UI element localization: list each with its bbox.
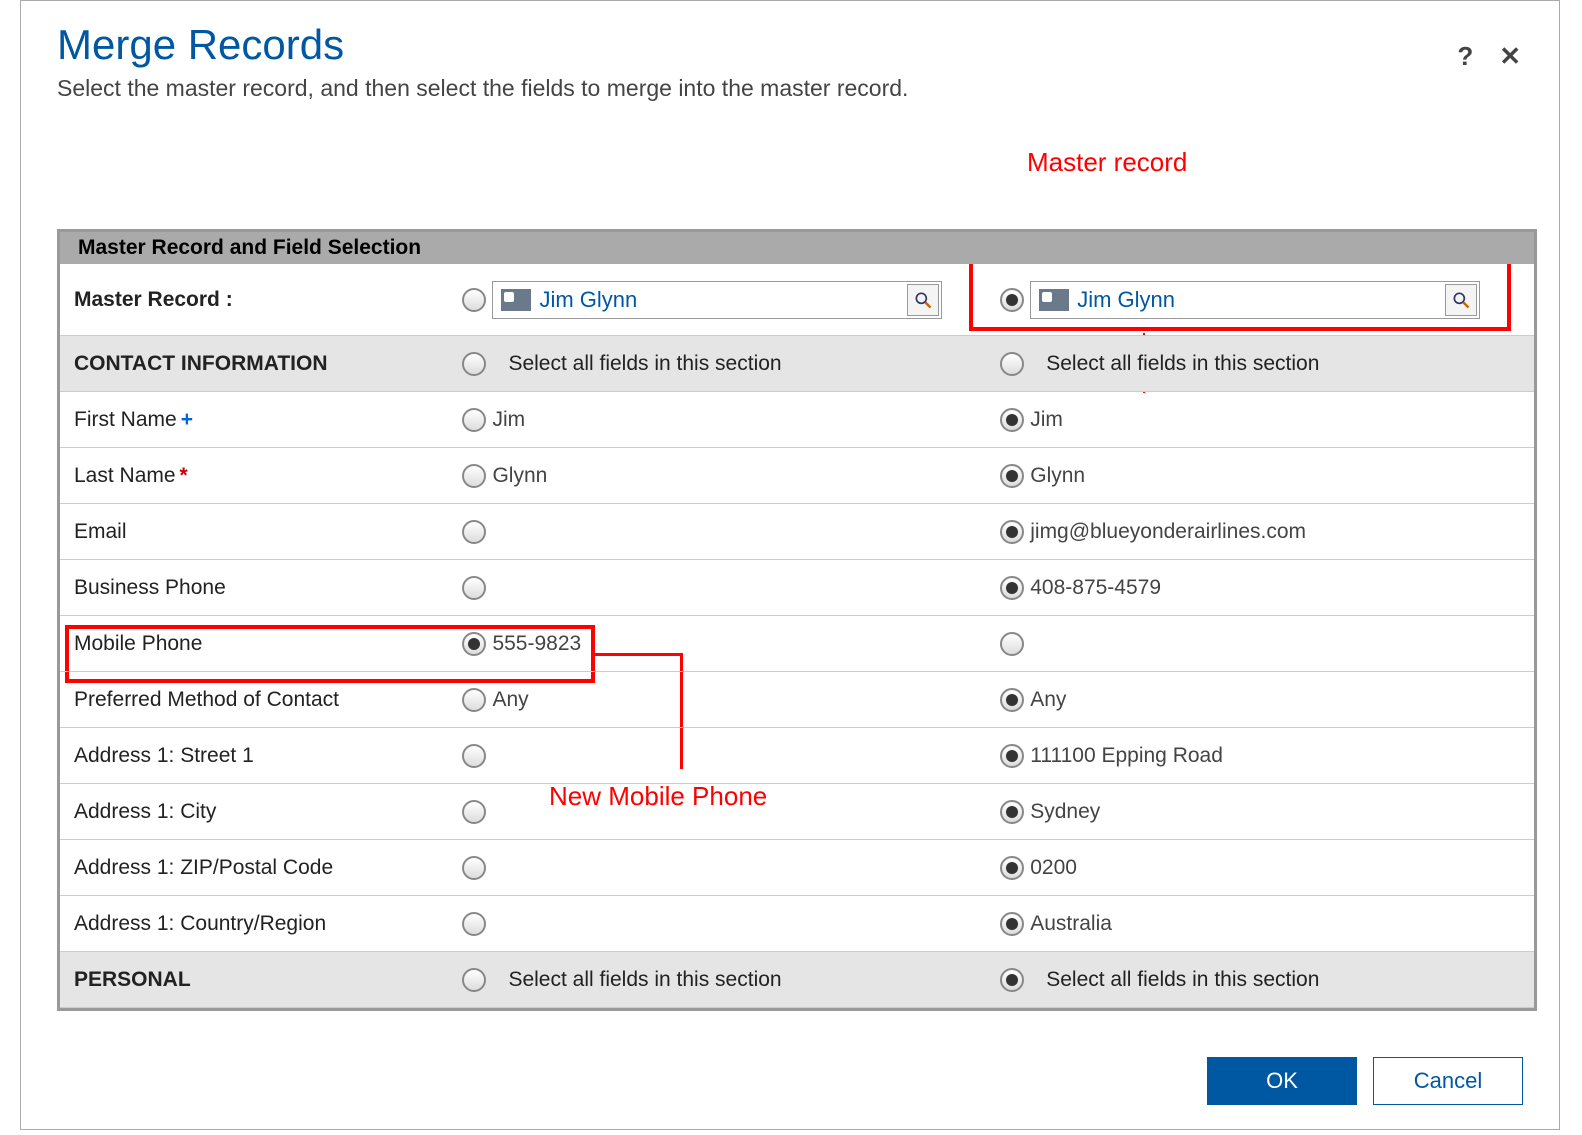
field-radio-a[interactable] xyxy=(462,688,486,712)
field-value-b: Glynn xyxy=(1030,464,1085,488)
field-value-a: Jim xyxy=(492,408,525,432)
master-record-label: Master Record : xyxy=(60,278,458,322)
merge-grid: Master Record and Field Selection Master… xyxy=(57,229,1537,1011)
contact-card-icon xyxy=(1039,289,1069,311)
field-label: Email xyxy=(60,510,458,554)
help-icon[interactable]: ? xyxy=(1457,41,1473,72)
field-label: Address 1: Street 1 xyxy=(60,734,458,778)
ok-button[interactable]: OK xyxy=(1207,1057,1357,1105)
field-radio-b[interactable] xyxy=(1000,688,1024,712)
section-title: CONTACT INFORMATION xyxy=(60,342,458,386)
field-row: Last Name* Glynn Glynn xyxy=(60,448,1534,504)
select-all-radio-a[interactable] xyxy=(462,968,486,992)
lookup-record-b[interactable]: Jim Glynn xyxy=(1030,281,1480,319)
field-label: Preferred Method of Contact xyxy=(60,678,458,722)
field-label: Address 1: Country/Region xyxy=(60,902,458,946)
section-header: PERSONAL Select all fields in this secti… xyxy=(60,952,1534,1008)
field-radio-a[interactable] xyxy=(462,576,486,600)
select-all-radio-b[interactable] xyxy=(1000,968,1024,992)
record-a-name[interactable]: Jim Glynn xyxy=(539,287,907,313)
annotation-master-record: Master record xyxy=(1027,147,1187,178)
field-radio-a[interactable] xyxy=(462,520,486,544)
field-row: Address 1: City Sydney xyxy=(60,784,1534,840)
field-row: Email jimg@blueyonderairlines.com xyxy=(60,504,1534,560)
master-record-row: Master Record : Jim Glynn J xyxy=(60,264,1534,336)
field-row: Address 1: Country/Region Australia xyxy=(60,896,1534,952)
field-radio-a[interactable] xyxy=(462,856,486,880)
merge-records-dialog: Merge Records Select the master record, … xyxy=(20,0,1560,1130)
field-label: First Name+ xyxy=(60,398,458,442)
select-all-radio-b[interactable] xyxy=(1000,352,1024,376)
field-radio-b[interactable] xyxy=(1000,800,1024,824)
field-label: Mobile Phone xyxy=(60,622,458,666)
field-value-b: Sydney xyxy=(1030,800,1100,824)
dialog-header: Merge Records Select the master record, … xyxy=(21,1,1559,124)
field-value-b: 0200 xyxy=(1030,856,1077,880)
section-header: CONTACT INFORMATION Select all fields in… xyxy=(60,336,1534,392)
field-radio-b[interactable] xyxy=(1000,576,1024,600)
field-radio-a[interactable] xyxy=(462,632,486,656)
field-row: Mobile Phone 555-9823 xyxy=(60,616,1534,672)
field-value-b: 111100 Epping Road xyxy=(1030,744,1223,768)
field-radio-b[interactable] xyxy=(1000,744,1024,768)
field-radio-b[interactable] xyxy=(1000,464,1024,488)
merge-scroll-area[interactable]: Master Record and Field Selection Master… xyxy=(57,229,1543,1031)
field-radio-b[interactable] xyxy=(1000,912,1024,936)
field-radio-a[interactable] xyxy=(462,800,486,824)
section-title: PERSONAL xyxy=(60,958,458,1002)
field-value-b: Australia xyxy=(1030,912,1112,936)
field-label: Business Phone xyxy=(60,566,458,610)
field-row: Preferred Method of Contact Any Any xyxy=(60,672,1534,728)
field-label: Address 1: ZIP/Postal Code xyxy=(60,846,458,890)
select-all-text: Select all fields in this section xyxy=(1046,352,1319,376)
master-radio-b[interactable] xyxy=(1000,288,1024,312)
field-row: Address 1: Street 1 111100 Epping Road xyxy=(60,728,1534,784)
field-value-b: Any xyxy=(1030,688,1066,712)
close-icon[interactable]: ✕ xyxy=(1499,41,1521,72)
lookup-icon[interactable] xyxy=(1445,284,1477,316)
lookup-icon[interactable] xyxy=(907,284,939,316)
select-all-text: Select all fields in this section xyxy=(508,352,781,376)
field-value-a: Glynn xyxy=(492,464,547,488)
field-row: Business Phone 408-875-4579 xyxy=(60,560,1534,616)
master-radio-a[interactable] xyxy=(462,288,486,312)
field-radio-a[interactable] xyxy=(462,744,486,768)
field-label: Address 1: City xyxy=(60,790,458,834)
field-radio-b[interactable] xyxy=(1000,408,1024,432)
cancel-button[interactable]: Cancel xyxy=(1373,1057,1523,1105)
dialog-title: Merge Records xyxy=(57,21,1523,69)
select-all-text: Select all fields in this section xyxy=(508,968,781,992)
dialog-subtitle: Select the master record, and then selec… xyxy=(57,75,1523,102)
field-row: Address 1: ZIP/Postal Code 0200 xyxy=(60,840,1534,896)
dialog-footer: OK Cancel xyxy=(1207,1057,1523,1105)
record-b-name[interactable]: Jim Glynn xyxy=(1077,287,1445,313)
field-value-b: Jim xyxy=(1030,408,1063,432)
select-all-text: Select all fields in this section xyxy=(1046,968,1319,992)
field-radio-a[interactable] xyxy=(462,408,486,432)
field-radio-a[interactable] xyxy=(462,464,486,488)
field-label: Last Name* xyxy=(60,454,458,498)
field-value-b: jimg@blueyonderairlines.com xyxy=(1030,520,1306,544)
contact-card-icon xyxy=(501,289,531,311)
field-radio-b[interactable] xyxy=(1000,520,1024,544)
grid-header: Master Record and Field Selection xyxy=(60,232,1534,264)
field-value-b: 408-875-4579 xyxy=(1030,576,1161,600)
field-radio-a[interactable] xyxy=(462,912,486,936)
field-value-a: Any xyxy=(492,688,528,712)
field-radio-b[interactable] xyxy=(1000,856,1024,880)
lookup-record-a[interactable]: Jim Glynn xyxy=(492,281,942,319)
field-value-a: 555-9823 xyxy=(492,632,581,656)
field-radio-b[interactable] xyxy=(1000,632,1024,656)
field-row: First Name+ Jim Jim xyxy=(60,392,1534,448)
select-all-radio-a[interactable] xyxy=(462,352,486,376)
